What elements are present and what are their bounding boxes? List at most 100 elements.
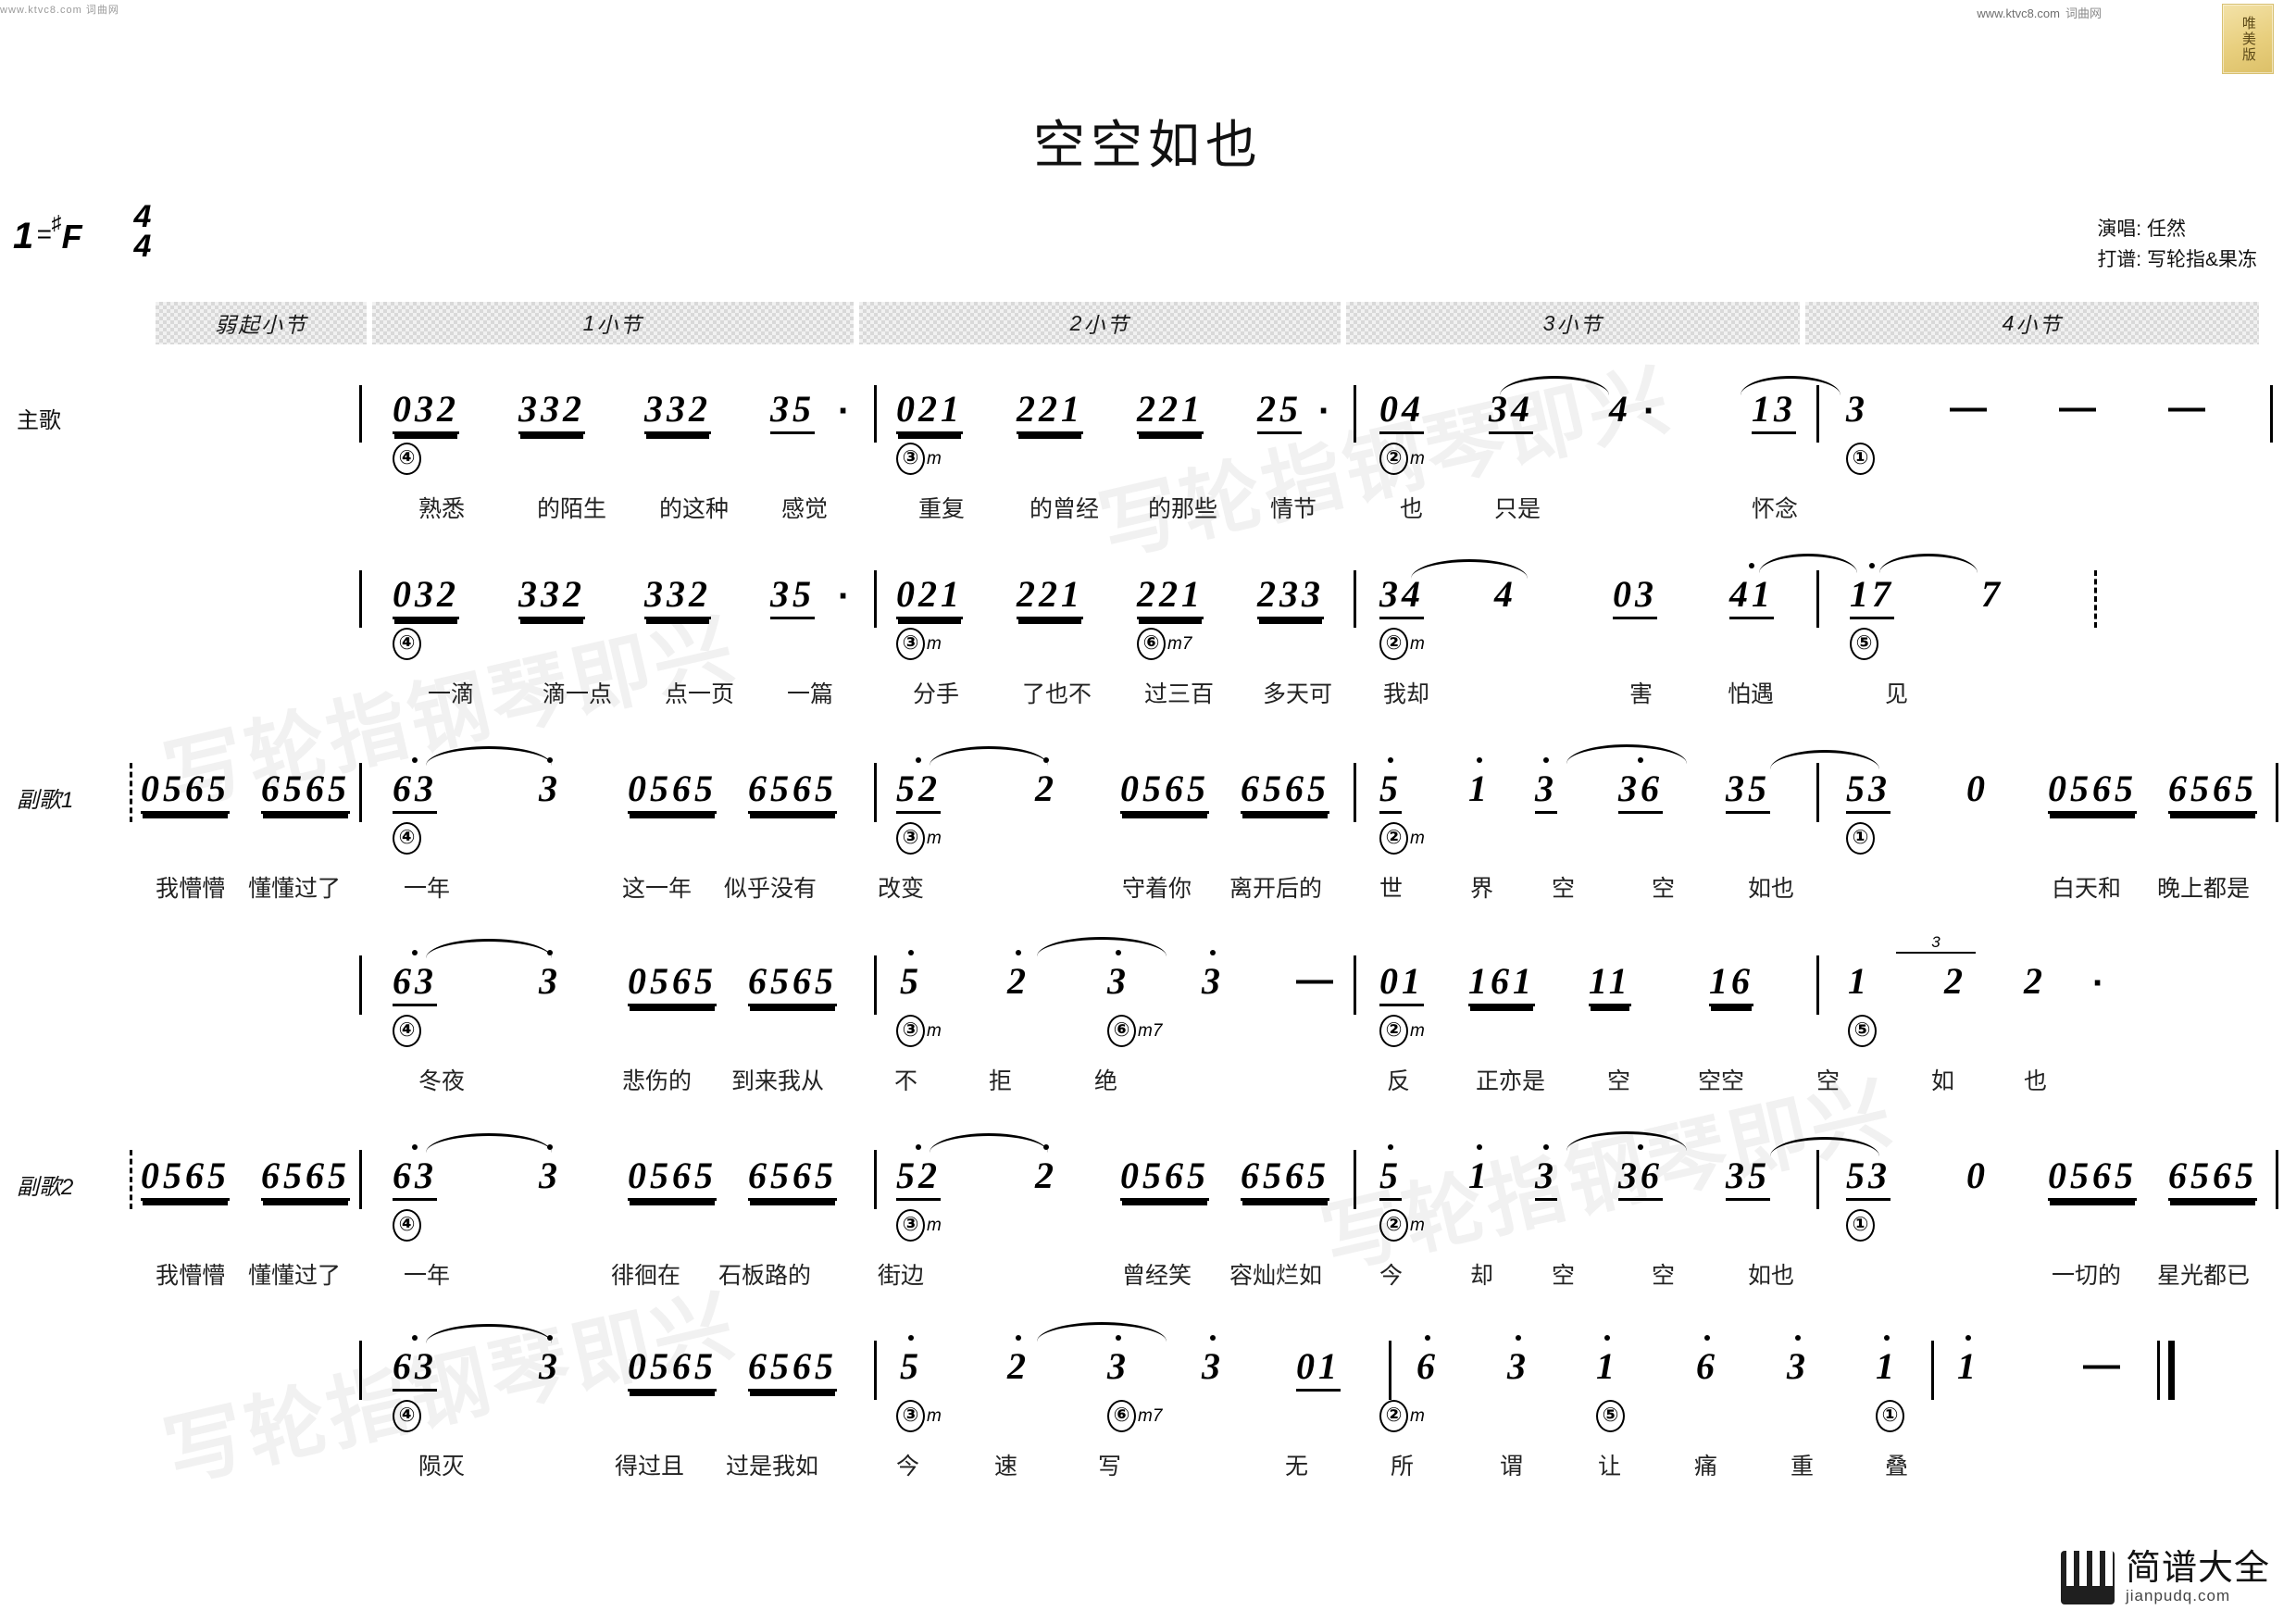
- note-group: 6565: [261, 770, 350, 814]
- chord-degree: ④: [393, 822, 421, 855]
- barline: [1816, 570, 1819, 628]
- note-group: 032: [393, 576, 459, 619]
- note-with-dot: 36: [1618, 768, 1663, 809]
- note-group: 6565: [748, 963, 837, 1006]
- chord-marker: ②m: [1379, 822, 1425, 855]
- note-group: 4: [1609, 388, 1631, 430]
- note-with-dot: 36: [1618, 1155, 1663, 1196]
- triplet-bracket: 3: [1896, 933, 1976, 959]
- measure-header-label: 小节: [1556, 313, 1603, 337]
- lyric: 重复: [918, 496, 966, 522]
- key-tonic-number: 1: [13, 216, 34, 256]
- note-group: 3: [1535, 1157, 1557, 1201]
- barline: [2270, 385, 2273, 443]
- barline: [2276, 1150, 2278, 1209]
- note-group: 332: [644, 391, 711, 434]
- chord-marker: ④: [393, 822, 421, 855]
- chord-quality: m: [1410, 634, 1425, 654]
- chord-degree: ②: [1379, 1209, 1408, 1242]
- site-logo-text: 简谱大全 jianpudq.com: [2126, 1550, 2270, 1604]
- slur: [1037, 937, 1167, 956]
- lyric: 懂懂过了: [248, 876, 342, 902]
- lyric: 守着你: [1122, 876, 1192, 902]
- note-with-dot: 5: [900, 960, 922, 1002]
- lyric: 多天可: [1263, 681, 1333, 707]
- lyric: 谓: [1500, 1454, 1524, 1479]
- slur: [930, 746, 1048, 766]
- note-with-dot: 2: [1035, 768, 1057, 809]
- lyric: 我却: [1383, 681, 1430, 707]
- note-with-dot: 63: [393, 960, 437, 1002]
- lyric: 一年: [404, 876, 451, 902]
- site-logo[interactable]: 简谱大全 jianpudq.com: [2060, 1550, 2270, 1604]
- chord-marker: ②m: [1379, 1015, 1425, 1047]
- chord-degree: ①: [1846, 443, 1875, 475]
- lyric: 一篇: [787, 681, 834, 707]
- note-with-dot: 2: [1035, 1155, 1057, 1196]
- note-with-dot: 3: [1202, 1345, 1224, 1387]
- chord-marker: ④: [393, 1400, 421, 1432]
- lyric: 如也: [1748, 876, 1795, 902]
- chord-degree: ④: [393, 1015, 421, 1047]
- barline: [1816, 763, 1819, 822]
- chord-degree: ⑤: [1596, 1400, 1625, 1432]
- note-group: 233: [1257, 576, 1324, 619]
- lyric: 重: [1791, 1454, 1815, 1479]
- lyric: 到来我从: [731, 1068, 825, 1094]
- note-group: 3: [1107, 1348, 1129, 1385]
- note-group: 1: [1596, 1348, 1618, 1385]
- lyric: 点一页: [665, 681, 735, 707]
- note-with-dot: 3: [539, 1155, 561, 1196]
- chord-quality: m: [927, 1406, 942, 1426]
- note-group: 35: [1726, 1157, 1770, 1201]
- lyric: 如: [1931, 1068, 1955, 1094]
- note-group: 332: [518, 391, 585, 434]
- chord-quality: m7: [1138, 1406, 1163, 1426]
- note-group: 221: [1017, 391, 1083, 434]
- barline: [1816, 385, 1819, 443]
- lyric: 今: [896, 1454, 920, 1479]
- chord-degree: ⑤: [1850, 628, 1878, 660]
- note-group: 5: [900, 963, 922, 1000]
- note-with-dot: 1: [1468, 1155, 1491, 1196]
- chord-marker: ⑥ m7: [1137, 628, 1192, 660]
- lyric: 空: [1652, 1263, 1676, 1289]
- note-group: 2: [1944, 960, 1966, 1002]
- lyric: 痛: [1694, 1454, 1718, 1479]
- note-group: 3: [1202, 1348, 1224, 1385]
- note-group: 0565: [1120, 1157, 1209, 1201]
- note-group: 7: [1981, 573, 2003, 615]
- lyric: 也: [2024, 1068, 2048, 1094]
- note-group: 3: [1787, 1348, 1809, 1385]
- lyric-line: 冬夜 悲伤的 到来我从 不 拒 绝 反 正亦是 空 空空 空 如 也: [0, 1063, 2296, 1105]
- augmentation-dot: ·: [838, 576, 851, 617]
- lyric: 改变: [878, 876, 925, 902]
- note-group: 0565: [1120, 770, 1209, 814]
- barline: [874, 1341, 877, 1400]
- note-group: 161: [1468, 963, 1535, 1006]
- lyric: 绝: [1094, 1068, 1118, 1094]
- lyric: 冬夜: [418, 1068, 466, 1094]
- barline: [359, 1341, 362, 1400]
- note-with-dot: 1: [1596, 1345, 1618, 1387]
- note-line: 032 332 332 35 · 021 221 221 233 34 4 03…: [0, 554, 2296, 660]
- note-group: 35: [770, 391, 815, 434]
- source-name: 词曲网: [2065, 6, 2102, 20]
- lyric: 拒: [989, 1068, 1013, 1094]
- note-group: 11: [1589, 963, 1631, 1006]
- slur: [426, 1133, 552, 1153]
- note-group: 35: [1726, 770, 1770, 814]
- lyric: 白天和: [2052, 876, 2122, 902]
- lyric: 过三百: [1144, 681, 1215, 707]
- lyric: 似乎没有: [724, 876, 817, 902]
- barline: [1354, 570, 1356, 628]
- note-with-dot: 3: [1107, 1345, 1129, 1387]
- note-with-dot: 1: [1876, 1345, 1898, 1387]
- lyric-line: 我懵懵 懂懂过了 一年 徘徊在 石板路的 街边 曾经笑 容灿烂如 今 却 空 空…: [0, 1257, 2296, 1300]
- piano-keys-icon: [2060, 1551, 2115, 1604]
- lyric: 悲伤的: [622, 1068, 693, 1094]
- note-group: 0565: [2048, 770, 2137, 814]
- lyric: 怕遇: [1728, 681, 1775, 707]
- slur: [1037, 1322, 1167, 1342]
- note-line: 0565 6565 63 3 0565 6565 52 2 0565 6565 …: [0, 744, 2296, 855]
